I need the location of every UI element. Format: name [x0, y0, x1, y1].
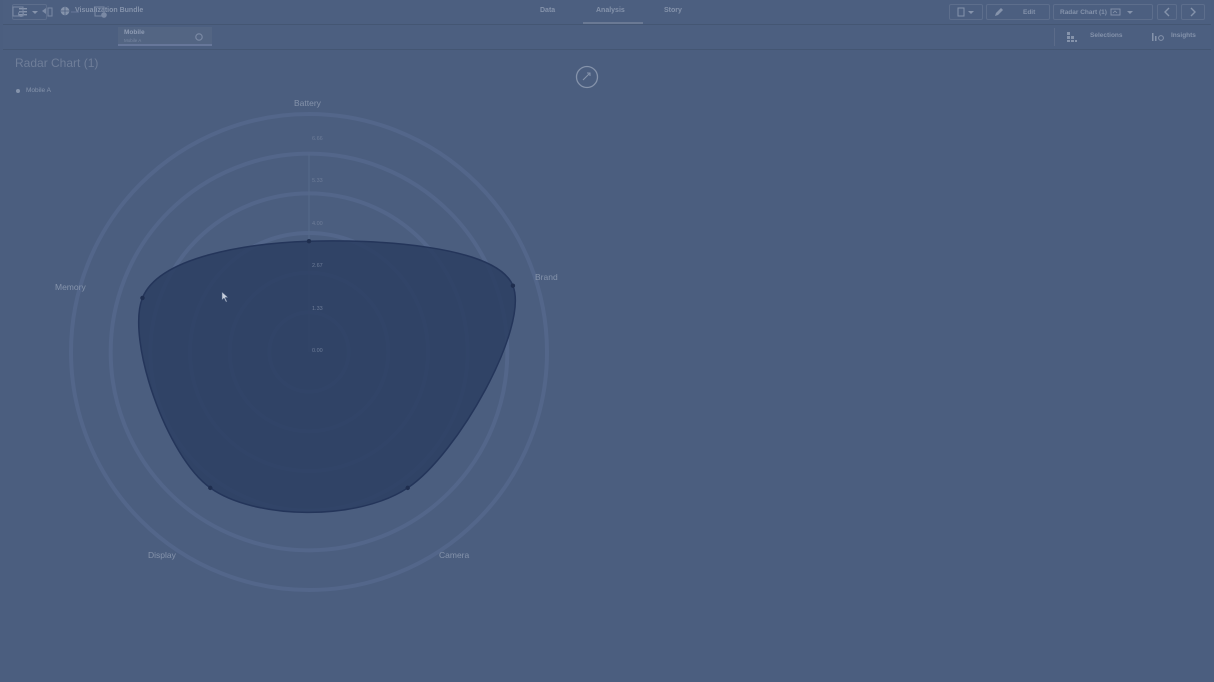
radar-axis-label-camera: Camera [439, 550, 470, 560]
radar-axis-label-brand: Brand [535, 272, 558, 282]
radar-tick-label: 5.33 [312, 178, 323, 184]
cursor-icon [221, 291, 229, 303]
radar-data-point[interactable] [140, 295, 145, 301]
radar-data-point[interactable] [208, 485, 213, 491]
radar-tick-label: 2.67 [312, 263, 323, 269]
radar-tick-label: 4.00 [312, 220, 323, 227]
radar-axis-label-memory: Memory [55, 282, 86, 292]
radar-chart [69, 112, 549, 592]
radar-tick-label: 0.00 [312, 348, 323, 354]
radar-tick-label: 1.33 [312, 305, 323, 312]
radar-axis-label-display: Display [148, 550, 176, 560]
radar-axis-label-battery: Battery [294, 98, 321, 108]
radar-data-point[interactable] [405, 485, 410, 491]
radar-series-area[interactable] [138, 240, 516, 514]
radar-data-point[interactable] [306, 239, 312, 244]
radar-tick-label: 6.66 [312, 135, 323, 142]
radar-data-point[interactable] [510, 283, 516, 288]
